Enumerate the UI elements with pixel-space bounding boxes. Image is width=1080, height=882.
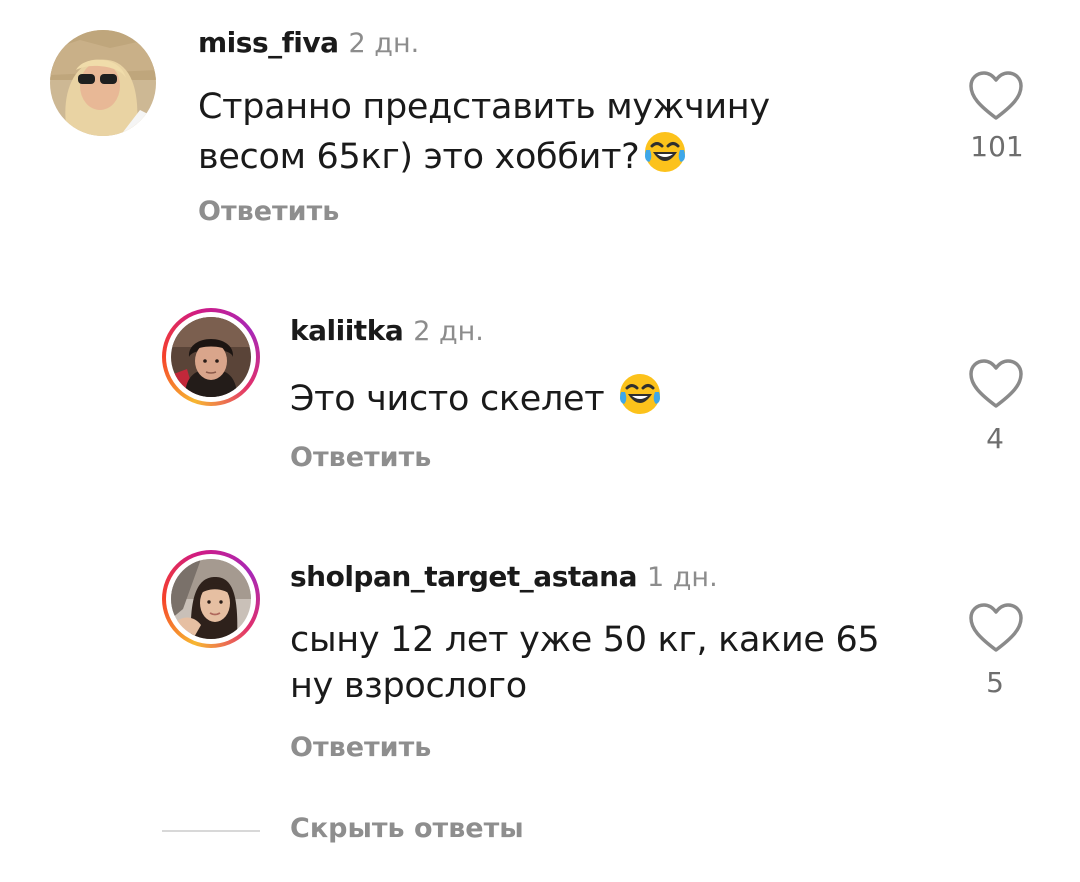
comment-3-text-line-1: сыну 12 лет уже 50 кг, какие 65 xyxy=(290,620,880,660)
comment-3-text-line-2: ну взрослого xyxy=(290,666,527,706)
comment-1-text-line-1: Странно представить мужчину xyxy=(198,87,770,127)
comment-2-username[interactable]: kaliitka xyxy=(290,314,404,347)
comment-3-reply-button[interactable]: Ответить xyxy=(290,732,431,763)
hide-replies-divider xyxy=(162,830,260,832)
face-with-tears-of-joy-icon xyxy=(618,372,662,428)
comment-2-like-button[interactable] xyxy=(966,356,1026,412)
comment-1-like-button[interactable] xyxy=(966,68,1026,124)
heart-outline-icon xyxy=(969,359,1023,408)
comment-1-username[interactable]: miss_fiva xyxy=(198,26,339,59)
comment-1-header: miss_fiva 2 дн. xyxy=(198,26,419,59)
heart-outline-icon xyxy=(969,71,1023,120)
avatar-kaliitka[interactable] xyxy=(162,308,260,406)
face-with-tears-of-joy-icon xyxy=(643,130,687,186)
comment-1-time: 2 дн. xyxy=(348,28,420,59)
comment-3-header: sholpan_target_astana 1 дн. xyxy=(290,560,718,593)
comment-2-text-line-1: Это чисто скелет xyxy=(290,379,605,419)
comment-2-like-count: 4 xyxy=(986,422,1004,455)
comment-1-text-line-2: весом 65кг) это хоббит? xyxy=(198,137,640,177)
hide-replies-button[interactable]: Скрыть ответы xyxy=(290,813,524,844)
comment-3-text: сыну 12 лет уже 50 кг, какие 65 ну взрос… xyxy=(290,617,940,709)
avatar-sholpan-target-astana[interactable] xyxy=(162,550,260,648)
comment-2-reply-button[interactable]: Ответить xyxy=(290,442,431,473)
comment-3-time: 1 дн. xyxy=(646,562,718,593)
avatar-miss-fiva[interactable] xyxy=(50,30,156,136)
comment-2-text-line-1-wrap: Это чисто скелет xyxy=(290,372,930,428)
comment-1-reply-button[interactable]: Ответить xyxy=(198,196,339,227)
comment-3-like-count: 5 xyxy=(986,666,1004,699)
comment-3-username[interactable]: sholpan_target_astana xyxy=(290,560,637,593)
comment-2-time: 2 дн. xyxy=(413,316,484,347)
comment-2-text: Это чисто скелет xyxy=(290,372,930,428)
comment-1-text: Странно представить мужчину весом 65кг) … xyxy=(198,84,938,186)
comment-1-like-count: 101 xyxy=(970,130,1024,163)
comment-3-like-button[interactable] xyxy=(966,600,1026,656)
comment-2-header: kaliitka 2 дн. xyxy=(290,314,484,347)
comment-1-text-line-2-wrap: весом 65кг) это хоббит? xyxy=(198,130,938,186)
heart-outline-icon xyxy=(969,603,1023,652)
